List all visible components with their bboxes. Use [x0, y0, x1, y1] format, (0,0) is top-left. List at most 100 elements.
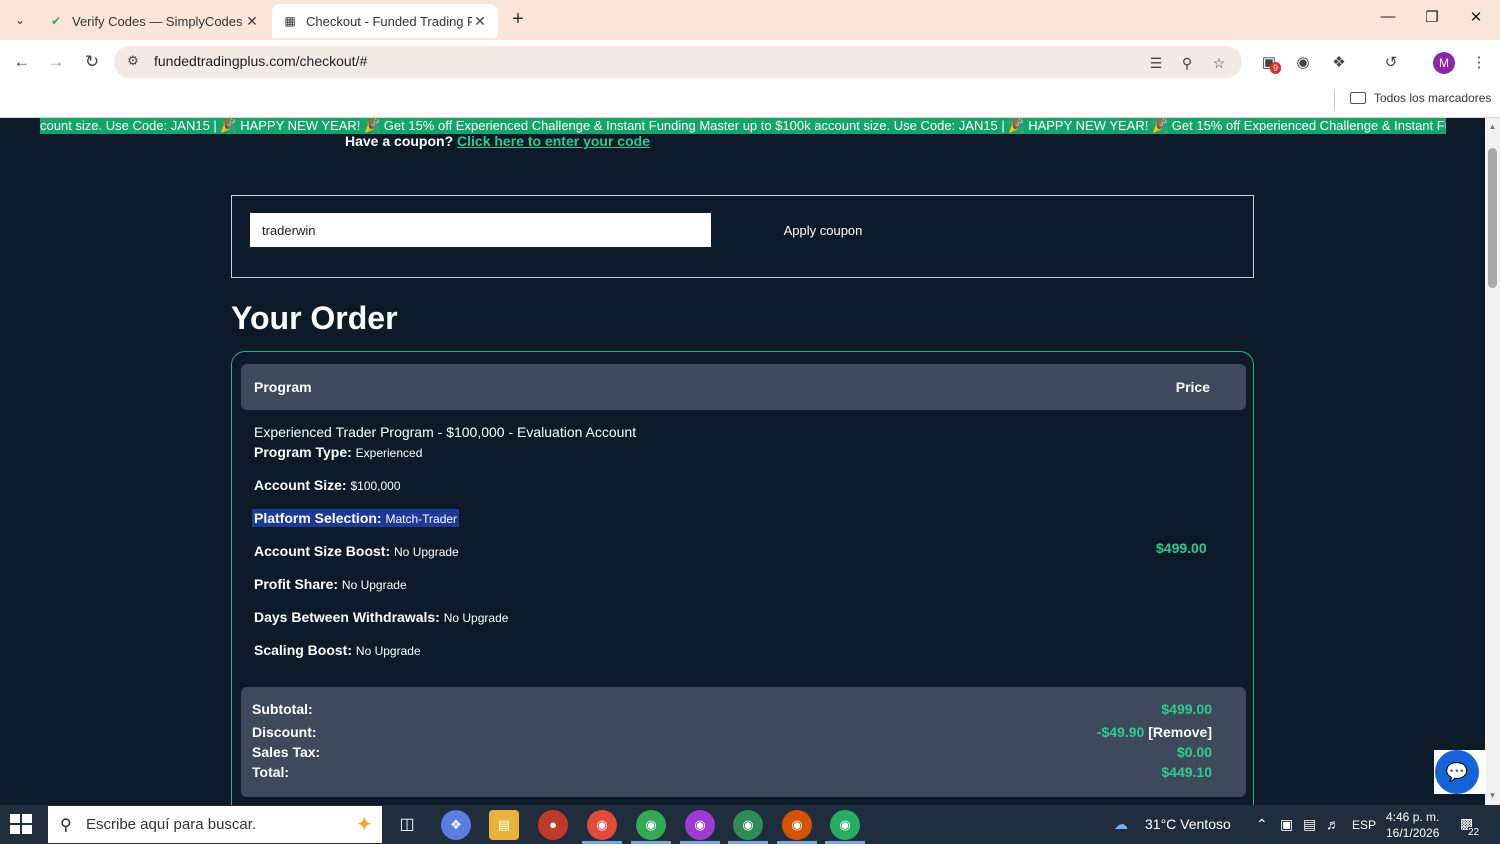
reload-button[interactable]: ↻ — [80, 50, 104, 74]
clock-time: 4:46 p. m. — [1386, 810, 1440, 824]
scroll-up-arrow-icon[interactable]: ▲ — [1488, 122, 1497, 131]
coupon-input[interactable] — [250, 213, 711, 247]
meta-label: Platform Selection: — [254, 510, 382, 526]
chat-bubble-icon[interactable]: 💬 — [1435, 750, 1479, 794]
coupon-prompt: Have a coupon? Click here to enter your … — [345, 133, 650, 149]
chat-widget: 💬 — [1434, 750, 1486, 794]
subtotal-label: Subtotal: — [252, 701, 313, 717]
scroll-thumb[interactable] — [1488, 148, 1497, 288]
bookmark-star-icon[interactable]: ☆ — [1208, 52, 1230, 74]
tab-title: Checkout - Funded Trading Plus — [306, 13, 472, 29]
program-column-header: Program — [254, 379, 312, 395]
language-indicator[interactable]: ESP — [1352, 818, 1376, 832]
site-info-icon[interactable]: ⚙ — [124, 53, 142, 71]
meta-label: Days Between Withdrawals: — [254, 609, 440, 625]
system-clock[interactable]: 4:46 p. m. 16/1/2026 — [1386, 809, 1439, 841]
taskbar-search[interactable]: ⚲ Escribe aquí para buscar. ✦ — [48, 806, 382, 843]
device-icon[interactable]: ▣ — [1280, 816, 1293, 833]
meta-profit-share: Profit Share: No Upgrade — [254, 576, 407, 592]
tab-checkout[interactable]: ▦ Checkout - Funded Trading Plus ✕ — [272, 4, 498, 38]
meta-account-size: Account Size: $100,000 — [254, 477, 401, 493]
close-window-button[interactable]: ✕ — [1456, 8, 1496, 32]
translate-icon[interactable]: ☰ — [1145, 52, 1167, 74]
meta-value: Experienced — [355, 446, 423, 460]
zoom-icon[interactable]: ⚲ — [1176, 52, 1198, 74]
meta-program-type: Program Type: Experienced — [254, 444, 422, 460]
notifications-count: 22 — [1468, 827, 1480, 838]
enter-coupon-link[interactable]: Click here to enter your code — [457, 133, 650, 149]
clock-date: 16/1/2026 — [1386, 826, 1440, 840]
copilot-icon[interactable]: ❖ — [441, 810, 471, 840]
tab-search-chevron-icon[interactable]: ⌄ — [8, 8, 32, 32]
weather-icon: ☁ — [1114, 816, 1128, 832]
meta-label: Account Size Boost: — [254, 543, 391, 559]
discount-label: Discount: — [252, 724, 317, 740]
taskbar: ⚲ Escribe aquí para buscar. ✦ ◫ ❖ ▤ ● ◉ … — [0, 805, 1500, 844]
volume-icon[interactable]: ♬ — [1326, 816, 1340, 832]
maximize-button[interactable]: ❐ — [1412, 8, 1452, 32]
all-bookmarks-button[interactable]: Todos los marcadores — [1350, 91, 1491, 105]
page-viewport: count size. Use Code: JAN15 | 🎉 HAPPY NE… — [0, 118, 1485, 805]
sales-tax-value: $0.00 — [1176, 744, 1212, 760]
close-tab-icon[interactable]: ✕ — [244, 13, 260, 30]
price-column-header: Price — [1175, 379, 1210, 395]
apply-coupon-button[interactable]: Apply coupon — [772, 213, 874, 247]
minimize-button[interactable]: — — [1368, 8, 1408, 32]
extensions-menu-icon[interactable]: ❖ — [1328, 52, 1350, 74]
address-bar[interactable]: ⚙ fundedtradingplus.com/checkout/# ☰ ⚲ ☆ — [114, 46, 1242, 78]
extension-icon[interactable]: ▣ 9 — [1258, 52, 1282, 74]
bookmarks-bar: Todos los marcadores — [0, 84, 1500, 118]
tab-simplycodes[interactable]: ✔ Verify Codes — SimplyCodes ✕ — [38, 4, 270, 38]
meta-value: No Upgrade — [355, 644, 421, 658]
discount-value: -$49.90 — [1096, 724, 1145, 740]
meta-platform-selection: Platform Selection: Match-Trader — [252, 509, 460, 527]
meta-value: Match-Trader — [385, 512, 458, 526]
chrome-profile-icon[interactable]: ◉ — [636, 810, 666, 840]
extension-puzzle-icon[interactable]: ◉ — [1292, 52, 1314, 74]
url-text: fundedtradingplus.com/checkout/# — [154, 53, 368, 69]
chrome-profile-icon[interactable]: ◉ — [587, 810, 617, 840]
meta-value: No Upgrade — [443, 611, 509, 625]
meta-value: No Upgrade — [341, 578, 407, 592]
page-scrollbar[interactable]: ▲ ▼ — [1485, 118, 1500, 805]
new-tab-button[interactable]: + — [506, 8, 530, 32]
promo-banner: count size. Use Code: JAN15 | 🎉 HAPPY NE… — [40, 118, 1446, 134]
sales-tax-label: Sales Tax: — [252, 744, 321, 760]
sparkle-icon: ✦ — [356, 814, 373, 836]
weather-text[interactable]: 31°C Ventoso — [1145, 816, 1231, 832]
task-view-icon[interactable]: ◫ — [392, 810, 422, 840]
show-hidden-icons-icon[interactable]: ⌃ — [1256, 816, 1268, 833]
network-icon[interactable]: ▤ — [1303, 816, 1316, 833]
subtotal-value: $499.00 — [1161, 701, 1212, 717]
file-explorer-icon[interactable]: ▤ — [489, 810, 519, 840]
windows-start-icon[interactable] — [10, 814, 34, 834]
meta-label: Account Size: — [254, 477, 347, 493]
fundedtradingplus-favicon-icon: ▦ — [284, 14, 296, 28]
chrome-profile-icon[interactable]: ◉ — [685, 810, 715, 840]
chrome-profile-icon[interactable]: ◉ — [830, 810, 860, 840]
discount-value-row: -$49.90 [Remove] — [1097, 724, 1212, 740]
extension-badge: 9 — [1270, 62, 1282, 74]
history-icon[interactable]: ↺ — [1380, 52, 1402, 74]
total-label: Total: — [252, 764, 290, 780]
more-menu-icon[interactable]: ⋮ — [1468, 52, 1490, 74]
scroll-down-arrow-icon[interactable]: ▼ — [1488, 791, 1497, 800]
meta-label: Program Type: — [254, 444, 352, 460]
back-button[interactable]: ← — [10, 50, 34, 74]
bookmarks-separator — [1334, 90, 1335, 110]
forward-button[interactable]: → — [44, 50, 68, 74]
close-tab-icon[interactable]: ✕ — [472, 13, 488, 30]
app-icon[interactable]: ● — [538, 810, 568, 840]
taskbar-search-placeholder: Escribe aquí para buscar. — [86, 816, 257, 833]
order-card: Program Price Experienced Trader Program… — [231, 351, 1254, 805]
meta-account-size-boost: Account Size Boost: No Upgrade — [254, 543, 459, 559]
profile-avatar[interactable]: M — [1433, 52, 1455, 74]
chrome-profile-icon[interactable]: ◉ — [733, 810, 763, 840]
meta-value: $100,000 — [350, 479, 401, 493]
meta-label: Profit Share: — [254, 576, 339, 592]
coupon-question: Have a coupon? — [345, 133, 454, 149]
total-value: $449.10 — [1161, 764, 1212, 780]
remove-discount-link[interactable]: [Remove] — [1148, 724, 1212, 740]
order-table-header: Program Price — [241, 364, 1246, 410]
chrome-profile-icon[interactable]: ◉ — [782, 810, 812, 840]
